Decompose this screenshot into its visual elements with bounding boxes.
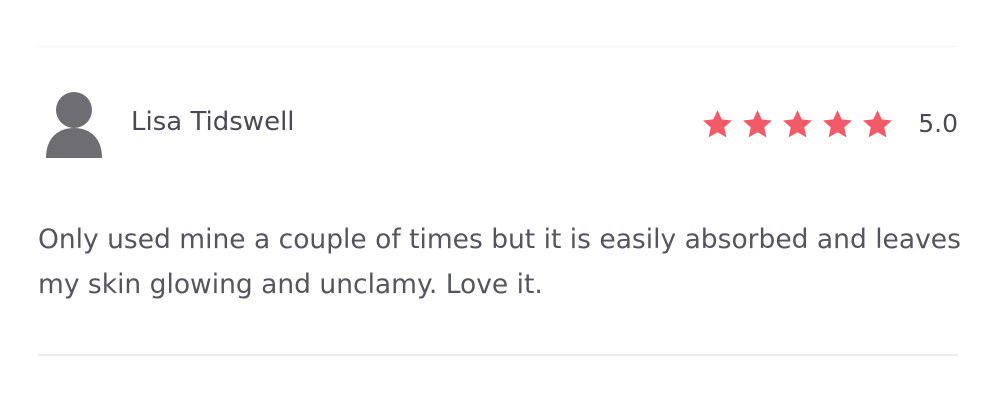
- review-header: Lisa Tidswell 5.0: [38, 86, 958, 166]
- user-silhouette-icon: [46, 92, 102, 158]
- rating-value: 5.0: [918, 109, 958, 138]
- review-text: Only used mine a couple of times but it …: [38, 223, 961, 300]
- star-rating: [701, 108, 894, 141]
- rating: 5.0: [701, 104, 958, 144]
- bottom-divider: [38, 354, 958, 356]
- star-icon: [863, 109, 893, 137]
- star-icon: [823, 109, 853, 137]
- top-divider: [38, 46, 958, 47]
- reviewer-name: Lisa Tidswell: [131, 107, 295, 137]
- star-icon: [743, 109, 773, 137]
- star-icon: [783, 109, 813, 137]
- review-card: Lisa Tidswell 5.0 Only used mine a coupl…: [38, 86, 961, 300]
- star-icon: [703, 109, 733, 137]
